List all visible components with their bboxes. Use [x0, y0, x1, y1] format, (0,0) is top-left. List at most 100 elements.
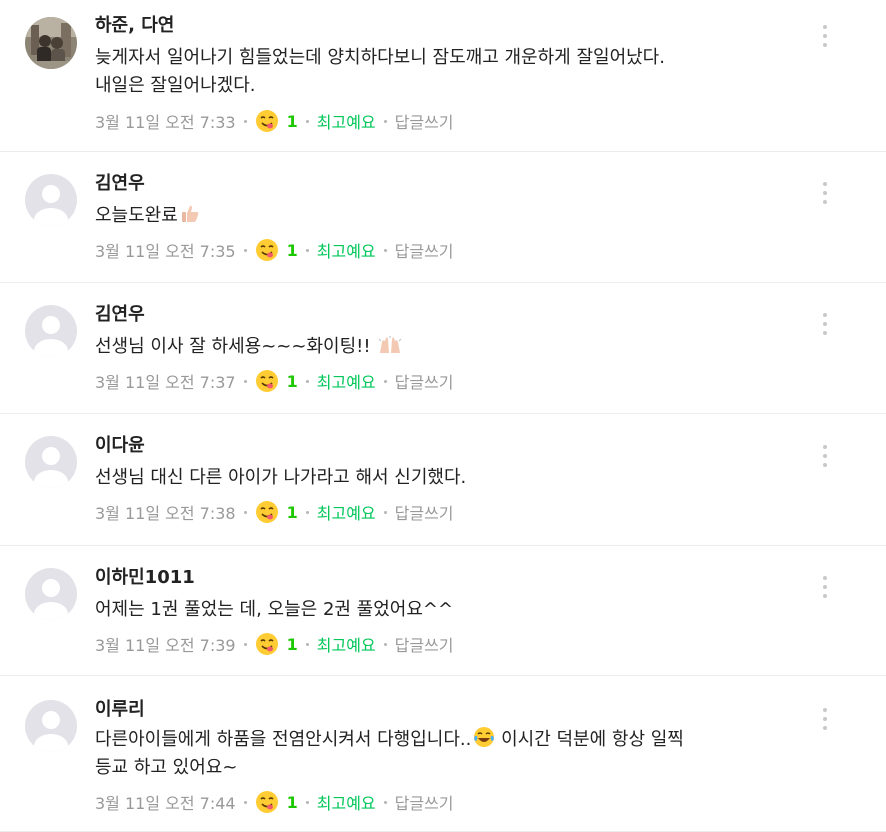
- reply-button[interactable]: 답글쓰기: [395, 238, 454, 262]
- comment-meta: 3월 11일 오전 7:33 1 최고예요 답글쓰기: [95, 109, 806, 133]
- best-button[interactable]: 최고예요: [317, 632, 376, 656]
- reaction-count: 1: [286, 240, 298, 260]
- tears-of-joy-icon: [474, 727, 495, 747]
- comment-text: 늦게자서 일어나기 힘들었는데 양치하다보니 잠도깨고 개운하게 잘일어났다. …: [95, 47, 665, 96]
- avatar[interactable]: [25, 700, 77, 752]
- reaction-button[interactable]: 1: [255, 369, 298, 393]
- yummy-face-icon: [255, 791, 278, 813]
- best-button[interactable]: 최고예요: [317, 790, 376, 814]
- raised-hands-icon: [378, 336, 402, 353]
- comment-text: 오늘도완료: [95, 205, 178, 226]
- more-options-icon[interactable]: [820, 182, 830, 204]
- separator-dot: [383, 119, 387, 123]
- separator-dot: [383, 642, 387, 646]
- reaction-count: 1: [286, 502, 298, 522]
- default-avatar-icon: [25, 174, 77, 226]
- comment-text: 선생님 대신 다른 아이가 나가라고 해서 신기했다.: [95, 467, 467, 488]
- separator-dot: [243, 510, 247, 514]
- default-avatar-icon: [25, 568, 77, 620]
- comment-date: 3월 11일 오전 7:37: [95, 373, 236, 392]
- separator-dot: [383, 248, 387, 252]
- separator-dot: [243, 119, 247, 123]
- avatar[interactable]: [25, 305, 77, 357]
- separator-dot: [305, 510, 309, 514]
- comment-date: 3월 11일 오전 7:44: [95, 794, 236, 813]
- yummy-face-icon: [255, 370, 278, 392]
- comment-text: 선생님 이사 잘 하세용~~~화이팅!!: [95, 336, 371, 357]
- comment-item: 이다윤 선생님 대신 다른 아이가 나가라고 해서 신기했다. 3월 11일 오…: [0, 414, 886, 546]
- photo-avatar-icon: [25, 17, 77, 69]
- comment-text: 다른아이들에게 하품을 전염안시켜서 다행입니다..: [95, 729, 472, 750]
- reaction-count: 1: [286, 111, 298, 131]
- separator-dot: [383, 379, 387, 383]
- default-avatar-icon: [25, 436, 77, 488]
- reaction-count: 1: [286, 371, 298, 391]
- separator-dot: [305, 119, 309, 123]
- reply-button[interactable]: 답글쓰기: [395, 632, 454, 656]
- reaction-count: 1: [286, 792, 298, 812]
- reaction-button[interactable]: 1: [255, 632, 298, 656]
- reply-button[interactable]: 답글쓰기: [395, 369, 454, 393]
- best-button[interactable]: 최고예요: [317, 109, 376, 133]
- avatar[interactable]: [25, 174, 77, 226]
- comment-text-block: 다른아이들에게 하품을 전염안시켜서 다행입니다.. 이시간 덕분에 항상 일찍…: [95, 726, 806, 782]
- comment-author[interactable]: 김연우: [95, 172, 806, 196]
- comment-item: 김연우 선생님 이사 잘 하세용~~~화이팅!! 3월 11일 오전 7:37 …: [0, 283, 886, 414]
- separator-dot: [305, 248, 309, 252]
- comment-item: 김연우 오늘도완료 3월 11일 오전 7:35 1 최고예요 답글쓰기: [0, 152, 886, 283]
- comment-meta: 3월 11일 오전 7:38 1 최고예요 답글쓰기: [95, 500, 806, 524]
- more-options-icon[interactable]: [820, 445, 830, 467]
- comment-author[interactable]: 이다윤: [95, 434, 806, 458]
- comment-meta: 3월 11일 오전 7:35 1 최고예요 답글쓰기: [95, 238, 806, 262]
- reply-button[interactable]: 답글쓰기: [395, 790, 454, 814]
- reaction-count: 1: [286, 634, 298, 654]
- reaction-button[interactable]: 1: [255, 790, 298, 814]
- separator-dot: [243, 642, 247, 646]
- comment-author[interactable]: 이루리: [95, 698, 806, 722]
- comment-item: 이루리 다른아이들에게 하품을 전염안시켜서 다행입니다.. 이시간 덕분에 항…: [0, 676, 886, 832]
- comment-date: 3월 11일 오전 7:39: [95, 636, 236, 655]
- comment-item: 이하민1011 어제는 1권 풀었는 데, 오늘은 2권 풀었어요^^ 3월 1…: [0, 546, 886, 676]
- reaction-button[interactable]: 1: [255, 238, 298, 262]
- separator-dot: [305, 379, 309, 383]
- reply-button[interactable]: 답글쓰기: [395, 109, 454, 133]
- separator-dot: [383, 800, 387, 804]
- best-button[interactable]: 최고예요: [317, 238, 376, 262]
- more-options-icon[interactable]: [820, 313, 830, 335]
- avatar[interactable]: [25, 17, 77, 69]
- separator-dot: [383, 510, 387, 514]
- separator-dot: [243, 379, 247, 383]
- comment-date: 3월 11일 오전 7:35: [95, 242, 236, 261]
- comment-author[interactable]: 김연우: [95, 303, 806, 327]
- default-avatar-icon: [25, 700, 77, 752]
- separator-dot: [243, 800, 247, 804]
- comment-author[interactable]: 하준, 다연: [95, 14, 806, 38]
- comment-author[interactable]: 이하민1011: [95, 566, 806, 590]
- more-options-icon[interactable]: [820, 25, 830, 47]
- avatar[interactable]: [25, 568, 77, 620]
- default-avatar-icon: [25, 305, 77, 357]
- separator-dot: [305, 642, 309, 646]
- comment-item: 하준, 다연 늦게자서 일어나기 힘들었는데 양치하다보니 잠도깨고 개운하게 …: [0, 0, 886, 152]
- more-options-icon[interactable]: [820, 576, 830, 598]
- yummy-face-icon: [255, 633, 278, 655]
- comment-meta: 3월 11일 오전 7:37 1 최고예요 답글쓰기: [95, 369, 806, 393]
- best-button[interactable]: 최고예요: [317, 500, 376, 524]
- separator-dot: [305, 800, 309, 804]
- yummy-face-icon: [255, 110, 278, 132]
- comment-text-line: 선생님 이사 잘 하세용~~~화이팅!!: [95, 333, 806, 361]
- reply-button[interactable]: 답글쓰기: [395, 500, 454, 524]
- comment-meta: 3월 11일 오전 7:39 1 최고예요 답글쓰기: [95, 632, 806, 656]
- comment-text: 어제는 1권 풀었는 데, 오늘은 2권 풀었어요^^: [95, 599, 454, 620]
- comment-date: 3월 11일 오전 7:33: [95, 113, 236, 132]
- yummy-face-icon: [255, 501, 278, 523]
- reaction-button[interactable]: 1: [255, 500, 298, 524]
- comment-meta: 3월 11일 오전 7:44 1 최고예요 답글쓰기: [95, 790, 806, 814]
- separator-dot: [243, 248, 247, 252]
- more-options-icon[interactable]: [820, 708, 830, 730]
- comment-date: 3월 11일 오전 7:38: [95, 504, 236, 523]
- avatar[interactable]: [25, 436, 77, 488]
- yummy-face-icon: [255, 239, 278, 261]
- best-button[interactable]: 최고예요: [317, 369, 376, 393]
- reaction-button[interactable]: 1: [255, 109, 298, 133]
